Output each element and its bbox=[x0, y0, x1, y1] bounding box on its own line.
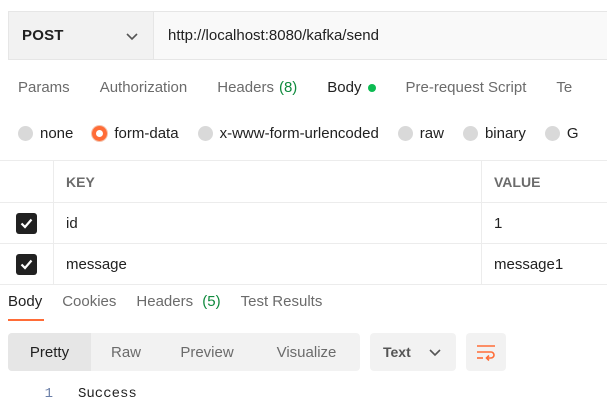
tab-label: Body bbox=[327, 79, 362, 96]
value-cell[interactable]: 1 bbox=[482, 203, 607, 243]
radio-circle bbox=[18, 126, 33, 141]
radio-circle bbox=[397, 126, 413, 141]
tab-label: Body bbox=[8, 293, 43, 310]
radio-circle bbox=[544, 126, 560, 141]
radio-label: G bbox=[566, 125, 579, 142]
checkmark-icon bbox=[20, 259, 33, 270]
radio-graphql[interactable]: G bbox=[544, 125, 579, 142]
tab-label: Pre-request Script bbox=[405, 79, 527, 96]
key-column-header: KEY bbox=[54, 161, 482, 202]
headers-count: (8) bbox=[278, 79, 298, 96]
response-headers-count: (5) bbox=[202, 293, 221, 310]
tab-label: Cookies bbox=[62, 293, 117, 310]
body-type-options: none form-data x-www-form-urlencoded raw… bbox=[18, 125, 598, 142]
tab-body[interactable]: Body bbox=[327, 79, 376, 96]
row-checkbox[interactable] bbox=[16, 212, 37, 234]
radio-circle bbox=[92, 126, 108, 141]
radio-label: raw bbox=[419, 125, 444, 142]
request-url-bar: POST bbox=[8, 11, 607, 60]
response-tab-headers[interactable]: Headers (5) bbox=[136, 293, 220, 320]
tab-label: Headers bbox=[136, 293, 194, 310]
radio-raw[interactable]: raw bbox=[397, 125, 444, 142]
tab-label: Authorization bbox=[99, 79, 188, 96]
wrap-lines-icon bbox=[477, 345, 495, 361]
tab-tests[interactable]: Te bbox=[556, 79, 572, 96]
tab-label: Params bbox=[18, 79, 70, 96]
view-mode-preview[interactable]: Preview bbox=[161, 333, 253, 371]
radio-label: binary bbox=[484, 125, 526, 142]
table-header-row: KEY VALUE bbox=[0, 161, 607, 203]
view-mode-raw[interactable]: Raw bbox=[91, 333, 161, 371]
view-mode-selector: Pretty Raw Preview Visualize bbox=[8, 333, 360, 371]
radio-none[interactable]: none bbox=[18, 125, 73, 142]
tab-authorization[interactable]: Authorization bbox=[100, 79, 188, 96]
language-select[interactable]: Text bbox=[370, 333, 456, 371]
chevron-down-icon bbox=[126, 32, 138, 40]
tab-headers[interactable]: Headers (8) bbox=[217, 79, 297, 96]
form-data-table: KEY VALUE id 1 message message1 bbox=[0, 160, 607, 285]
chevron-down-icon bbox=[429, 349, 441, 357]
table-row: message message1 bbox=[0, 244, 607, 285]
row-check-cell bbox=[0, 203, 54, 243]
body-indicator-dot bbox=[367, 83, 376, 92]
radio-binary[interactable]: binary bbox=[462, 125, 526, 142]
key-cell[interactable]: id bbox=[54, 203, 482, 243]
value-column-header: VALUE bbox=[494, 173, 541, 190]
tab-params[interactable]: Params bbox=[18, 79, 70, 96]
response-tabs: Body Cookies Headers (5) Test Results bbox=[8, 293, 342, 321]
view-mode-pretty[interactable]: Pretty bbox=[8, 333, 91, 371]
wrap-lines-button[interactable] bbox=[466, 333, 506, 371]
language-label: Text bbox=[383, 344, 411, 360]
tab-label: Test Results bbox=[240, 293, 323, 310]
line-number: 1 bbox=[44, 386, 53, 402]
tab-label: Te bbox=[556, 79, 573, 96]
radio-label: form-data bbox=[114, 125, 179, 142]
table-row: id 1 bbox=[0, 203, 607, 244]
radio-circle bbox=[462, 126, 478, 141]
radio-form-data[interactable]: form-data bbox=[92, 125, 179, 142]
view-mode-visualize[interactable]: Visualize bbox=[253, 333, 360, 371]
radio-label: x-www-form-urlencoded bbox=[219, 125, 379, 142]
tab-label: Headers bbox=[217, 79, 274, 96]
checkmark-icon bbox=[20, 218, 33, 229]
tab-pre-request-script[interactable]: Pre-request Script bbox=[406, 79, 527, 96]
row-check-cell bbox=[0, 244, 54, 284]
key-cell[interactable]: message bbox=[54, 244, 482, 284]
request-tabs: Params Authorization Headers (8) Body Pre… bbox=[18, 79, 602, 96]
row-checkbox[interactable] bbox=[16, 253, 37, 275]
response-text[interactable]: Success bbox=[78, 386, 137, 402]
method-label: POST bbox=[22, 27, 64, 44]
value-cell[interactable]: message1 bbox=[482, 244, 607, 284]
response-line: 1 Success bbox=[0, 386, 137, 402]
radio-label: none bbox=[40, 125, 74, 142]
response-tab-cookies[interactable]: Cookies bbox=[62, 293, 116, 320]
radio-x-www-form-urlencoded[interactable]: x-www-form-urlencoded bbox=[197, 125, 379, 142]
method-select[interactable]: POST bbox=[9, 12, 154, 59]
header-check-cell bbox=[0, 161, 54, 202]
radio-circle bbox=[197, 126, 213, 141]
response-tab-body[interactable]: Body bbox=[8, 293, 45, 321]
url-input[interactable] bbox=[154, 12, 607, 59]
response-tab-test-results[interactable]: Test Results bbox=[241, 293, 323, 320]
